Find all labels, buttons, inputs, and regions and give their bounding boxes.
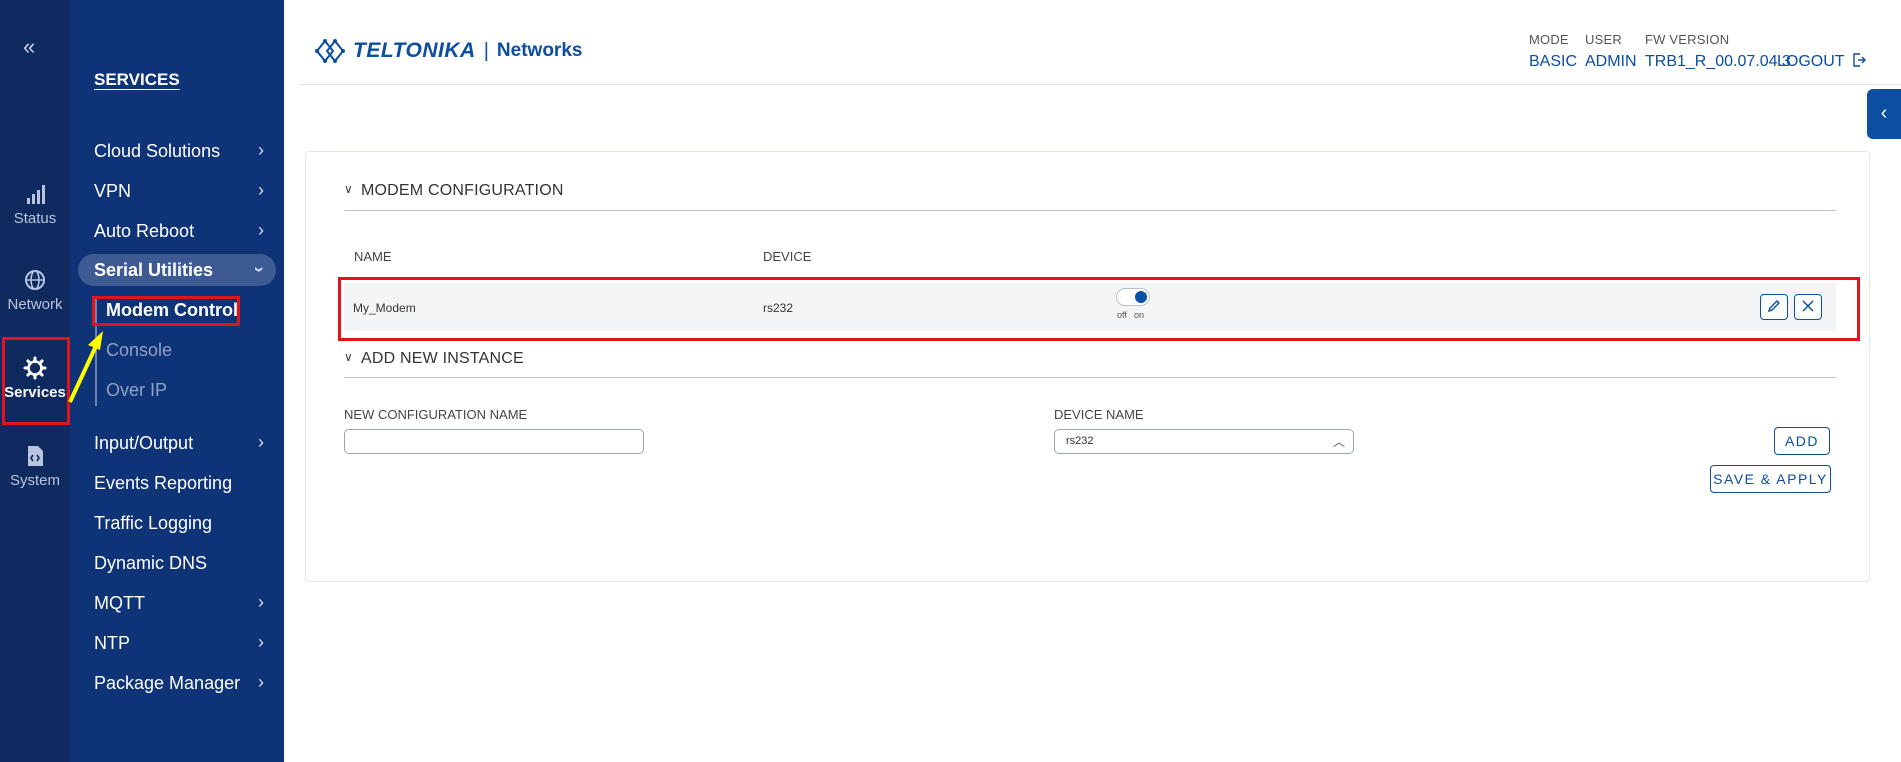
user-label: USER [1585,32,1622,47]
menu-item-ntp[interactable]: NTP › [94,632,264,654]
rail-item-network[interactable]: Network [0,268,70,313]
chevron-right-icon: › [258,672,264,692]
chevron-up-icon: ︿ [1332,435,1345,449]
signal-icon [27,185,45,204]
modem-config-title: MODEM CONFIGURATION [360,182,564,199]
menu-item-label: MQTT [94,593,145,613]
submenu-heading: SERVICES [94,70,180,89]
mode-value[interactable]: BASIC [1529,53,1577,71]
column-header-device: DEVICE [763,249,812,264]
chevron-right-icon: › [258,592,264,612]
logout-button[interactable]: LOGOUT [1777,53,1866,71]
menu-item-label: Events Reporting [94,473,233,493]
logout-label: LOGOUT [1777,53,1845,70]
menu-item-label: Dynamic DNS [94,553,208,573]
row-highlight-box [338,277,1860,341]
side-panel-toggle[interactable]: ‹ [1867,89,1901,139]
menu-item-vpn[interactable]: VPN › [94,180,264,202]
menu-item-auto-reboot[interactable]: Auto Reboot › [94,220,264,242]
add-instance-section-toggle[interactable]: ∨ ADD NEW INSTANCE [344,350,524,368]
main-card: ∨ MODEM CONFIGURATION NAME DEVICE My_Mode… [305,151,1870,582]
add-button[interactable]: ADD [1774,427,1830,455]
rail-item-system[interactable]: System [0,444,70,489]
chevron-down-icon: ∨ [344,182,353,196]
menu-item-package-manager[interactable]: Package Manager › [94,672,264,694]
fw-version-info: FW VERSION TRB1_R_00.07.04.3 [1645,32,1791,71]
menu-item-label: VPN [94,181,132,201]
menu-item-cloud-solutions[interactable]: Cloud Solutions › [94,140,264,162]
rail-item-label: Status [13,210,57,227]
icon-rail: « Status Network Services System [0,0,70,762]
device-name-label: DEVICE NAME [1054,407,1144,422]
menu-item-label: NTP [94,633,130,653]
brand-separator: | [483,39,489,62]
mode-label: MODE [1529,32,1569,47]
menu-item-label: Auto Reboot [94,221,195,241]
menu-item-traffic-logging[interactable]: Traffic Logging [94,513,264,534]
menu-item-label: Package Manager [94,673,241,693]
chevron-down-icon: › [249,266,270,273]
device-name-select[interactable]: rs232 ︿ [1054,429,1354,454]
file-code-icon [28,446,43,466]
chevron-right-icon: › [258,220,264,240]
menu-item-label: Input/Output [94,433,194,453]
menu-item-events-reporting[interactable]: Events Reporting [94,473,264,494]
menu-item-dynamic-dns[interactable]: Dynamic DNS [94,553,264,574]
menu-item-label: Serial Utilities [94,260,214,280]
submenu-item-over-ip[interactable]: Over IP [106,380,167,401]
services-submenu: SERVICES Cloud Solutions › VPN › Auto Re… [70,0,284,762]
rail-item-label: Network [7,296,63,313]
user-info: USER ADMIN [1585,32,1637,71]
mode-info: MODE BASIC [1529,32,1577,71]
section-divider [344,210,1836,211]
chevron-left-icon: ‹ [1880,102,1888,124]
chevron-right-icon: › [258,632,264,652]
submenu-item-console[interactable]: Console [106,340,172,361]
menu-item-label: Traffic Logging [94,513,213,533]
services-highlight-box [2,337,70,425]
rail-item-label: System [9,472,60,489]
logout-icon [1853,53,1866,67]
menu-item-label: Cloud Solutions [94,141,221,161]
brand-name: TELTONIKA [353,39,476,62]
rail-item-status[interactable]: Status [0,182,70,227]
section-divider [344,377,1836,378]
fw-version-value[interactable]: TRB1_R_00.07.04.3 [1645,53,1791,71]
top-header: TELTONIKA | Networks MODE BASIC USER ADM… [300,0,1901,85]
user-value[interactable]: ADMIN [1585,53,1637,71]
save-apply-button[interactable]: SAVE & APPLY [1710,465,1831,493]
brand-networks: Networks [496,40,583,61]
modem-control-highlight-box [92,296,240,326]
globe-icon [25,270,45,290]
column-header-name: NAME [354,249,392,264]
fw-version-label: FW VERSION [1645,32,1730,47]
menu-item-mqtt[interactable]: MQTT › [94,592,264,614]
device-name-value: rs232 [1066,435,1094,447]
config-name-input[interactable] [344,429,644,454]
chevron-down-icon: ∨ [344,350,353,364]
chevron-right-icon: › [258,432,264,452]
config-name-label: NEW CONFIGURATION NAME [344,407,528,422]
menu-item-serial-utilities[interactable]: Serial Utilities › [78,254,276,286]
chevron-right-icon: › [258,180,264,200]
modem-config-section-toggle[interactable]: ∨ MODEM CONFIGURATION [344,182,564,200]
add-instance-title: ADD NEW INSTANCE [360,350,524,367]
chevron-right-icon: › [258,140,264,160]
teltonika-logo-mark-icon [315,39,345,63]
menu-item-input-output[interactable]: Input/Output › [94,432,264,454]
teltonika-logo[interactable]: TELTONIKA | Networks [315,36,582,66]
collapse-menu-icon[interactable]: « [23,34,35,60]
